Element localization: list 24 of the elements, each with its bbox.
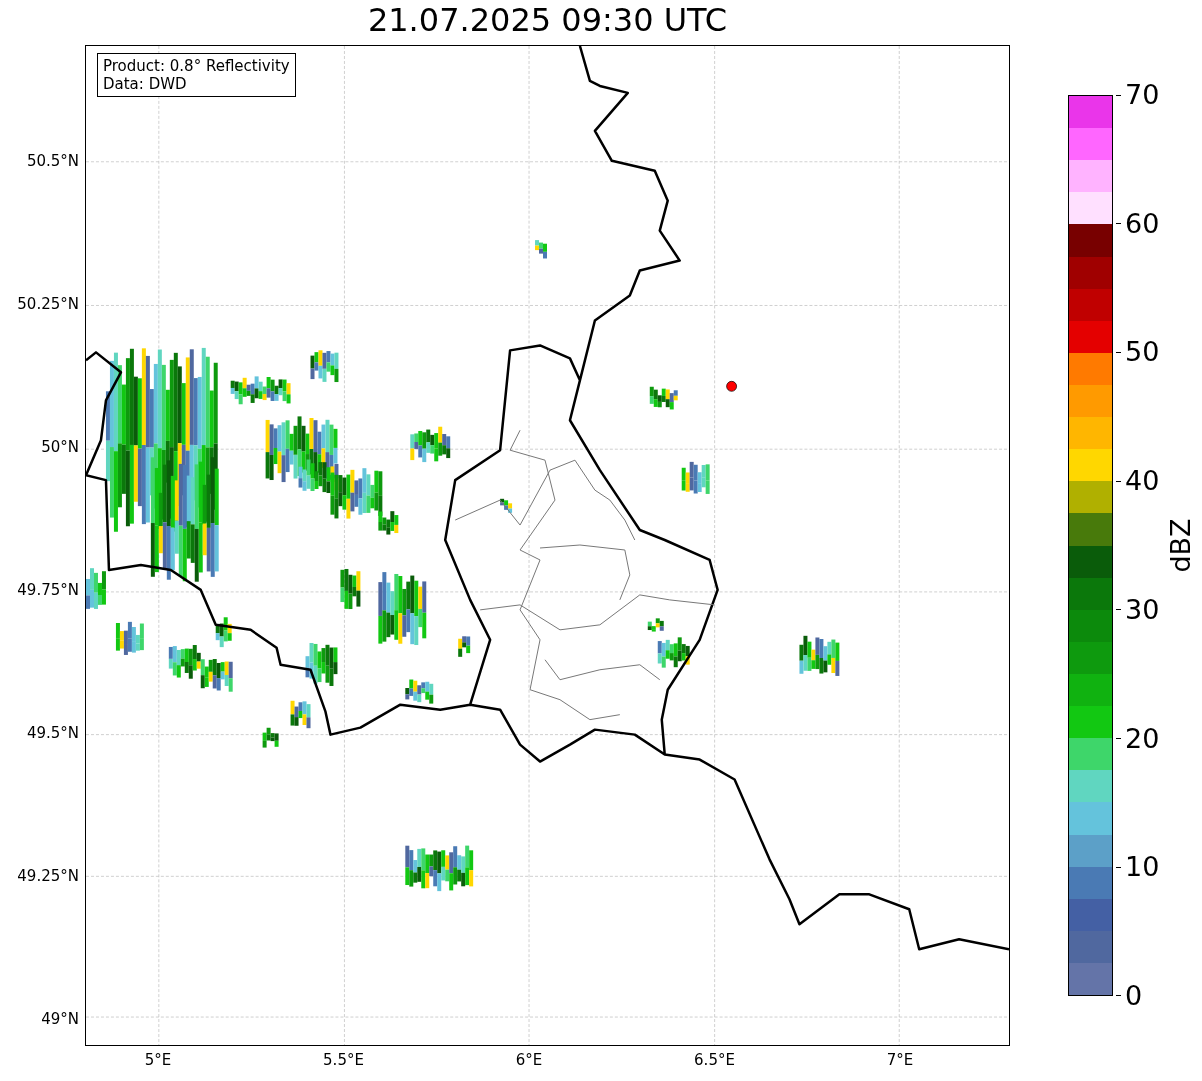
colorbar-tick-label: 50 bbox=[1116, 338, 1160, 367]
latitude-label: 49.5°N bbox=[26, 723, 79, 743]
latitude-label: 50°N bbox=[41, 437, 79, 457]
latitude-label: 49.25°N bbox=[17, 866, 79, 886]
colorbar-tick-label: 10 bbox=[1116, 853, 1160, 882]
colorbar-label: dBZ bbox=[1164, 518, 1196, 573]
latitude-label: 49.75°N bbox=[17, 580, 79, 600]
colorbar-tick-label: 60 bbox=[1116, 209, 1160, 238]
info-text: Product: 0.8° Reflectivity bbox=[103, 57, 290, 75]
longitude-label: 7°E bbox=[885, 1050, 915, 1070]
colorbar-tick-label: 40 bbox=[1116, 467, 1160, 496]
info-text: Data: DWD bbox=[103, 75, 188, 93]
longitude-label: 6°E bbox=[514, 1050, 544, 1070]
latitude-label: 49°N bbox=[41, 1009, 79, 1029]
colorbar-tick-label: 20 bbox=[1116, 724, 1160, 753]
colorbar-tick-label: 0 bbox=[1116, 981, 1160, 1010]
chart-title: 21.07.2025 09:30 UTC bbox=[366, 0, 729, 41]
colorbar-tick-label: 30 bbox=[1116, 595, 1160, 624]
longitude-label: 5.5°E bbox=[322, 1050, 365, 1070]
longitude-label: 5°E bbox=[143, 1050, 173, 1070]
latitude-label: 50.5°N bbox=[26, 151, 79, 171]
colorbar-tick-label: 70 bbox=[1116, 81, 1160, 109]
latitude-label: 50.25°N bbox=[17, 294, 79, 314]
longitude-label: 6.5°E bbox=[693, 1050, 736, 1070]
